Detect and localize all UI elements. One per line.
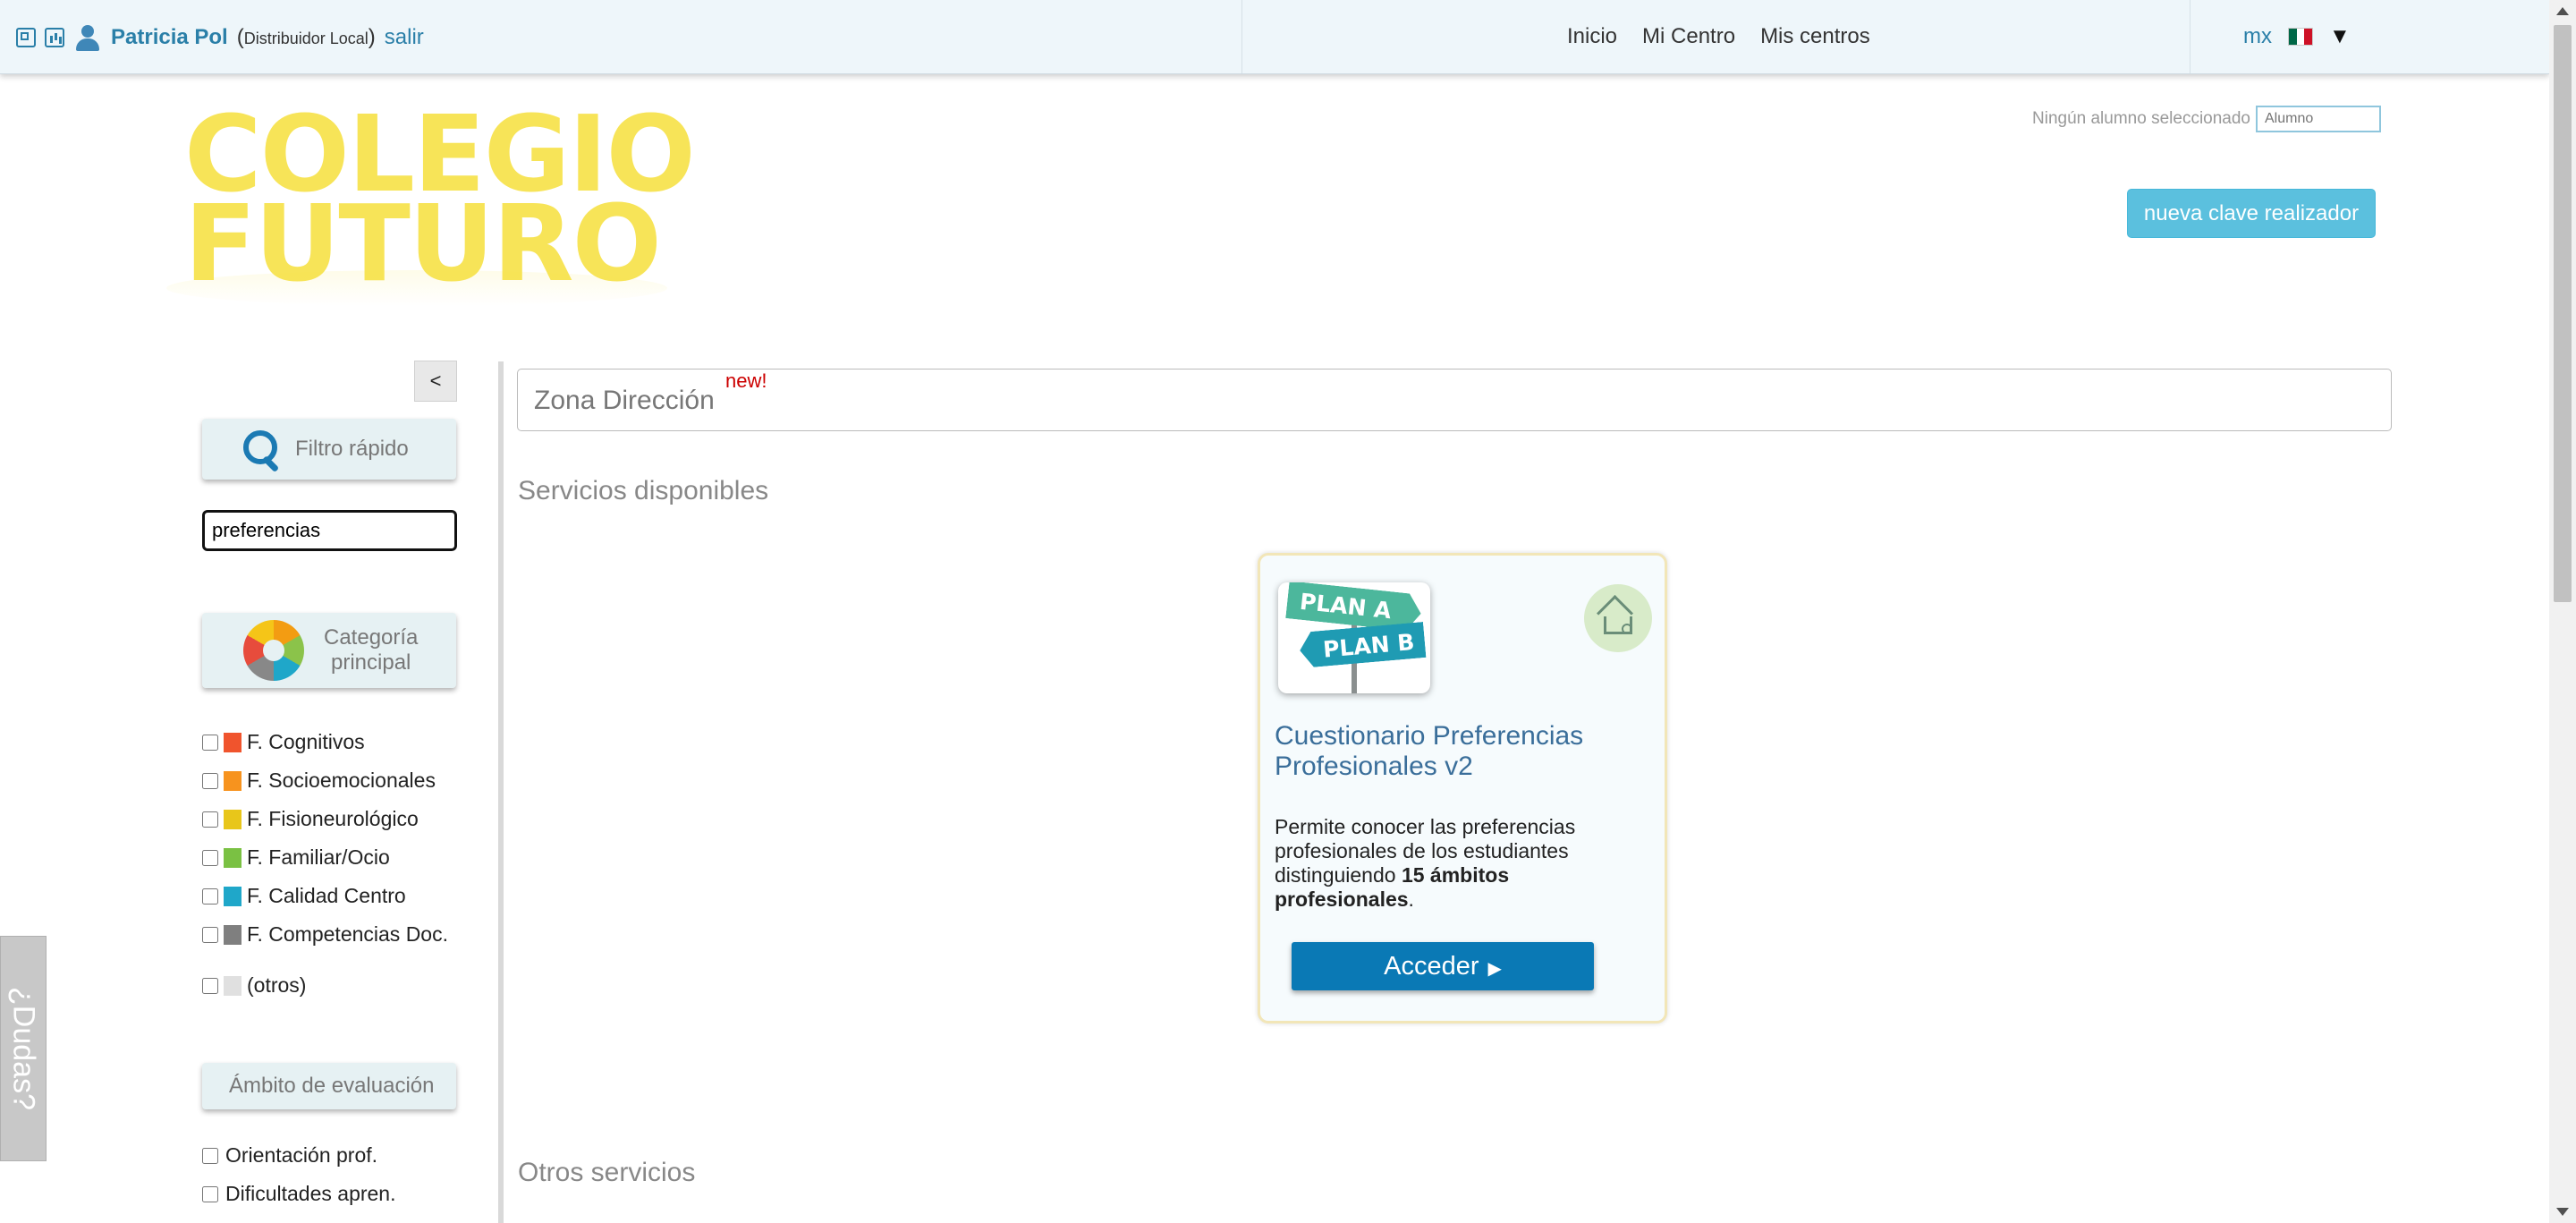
home-users-icon [1584,584,1652,652]
sign-plan-b: PLAN B [1299,622,1427,668]
main-nav: Inicio Mi Centro Mis centros [1567,24,1870,49]
top-bar: Patricia Pol (Distribuidor Local) salir … [0,0,2549,74]
category-checkbox[interactable] [202,926,218,943]
service-description: Permite conocer las preferencias profesi… [1275,815,1576,911]
logo-reflection [166,270,667,306]
search-icon [242,429,283,473]
help-tab-label: ¿Dudas? [6,987,41,1110]
quick-filter-input[interactable] [202,510,457,551]
category-item[interactable]: F. Familiar/Ocio [202,838,448,877]
available-services-title: Servicios disponibles [518,476,769,505]
category-checkbox[interactable] [202,888,218,905]
access-button[interactable]: Acceder ▶ [1292,942,1594,990]
category-label: F. Competencias Doc. [247,922,448,946]
evaluation-scope-button[interactable]: Ámbito de evaluación [202,1063,456,1109]
category-color-swatch [224,809,242,829]
category-checkbox[interactable] [202,772,218,789]
category-color-swatch [224,847,242,868]
category-color-swatch [224,924,242,945]
category-item-otros[interactable]: (otros) [202,966,448,1005]
plan-a-plan-b-image: PLAN A PLAN B [1278,582,1430,693]
school-logo: COLEGIO FUTURO [166,101,696,315]
category-color-swatch [224,770,242,791]
category-item[interactable]: F. Fisioneurológico [202,800,448,838]
category-list: F. Cognitivos F. Socioemocionales F. Fis… [202,723,448,1005]
student-status: Ningún alumno seleccionado [2032,109,2250,128]
help-tab[interactable]: ¿Dudas? [0,936,47,1161]
main-category-label: Categoría principal [324,625,419,675]
service-title: Cuestionario Preferencias Profesionales … [1275,721,1584,781]
scope-label: Orientación prof. [225,1143,378,1167]
play-icon: ▶ [1487,958,1502,979]
evaluation-scope-label: Ámbito de evaluación [229,1074,435,1098]
category-item[interactable]: F. Calidad Centro [202,877,448,915]
scroll-thumb[interactable] [2554,25,2572,602]
mexico-flag-icon[interactable] [2288,28,2313,46]
category-checkbox[interactable] [202,734,218,751]
category-checkbox[interactable] [202,811,218,828]
category-label: F. Socioemocionales [247,769,436,792]
category-checkbox[interactable] [202,977,218,994]
student-input[interactable] [2256,106,2381,132]
category-item[interactable]: F. Competencias Doc. [202,915,448,954]
category-label: F. Calidad Centro [247,884,406,907]
category-checkbox[interactable] [202,849,218,866]
student-selector: Ningún alumno seleccionado [2032,106,2381,132]
stats-icon[interactable] [45,28,64,47]
new-key-button[interactable]: nueva clave realizador [2127,189,2376,238]
main-category-button[interactable]: Categoría principal [202,613,456,688]
scope-checkbox[interactable] [202,1185,218,1202]
category-label: F. Familiar/Ocio [247,845,390,869]
scope-label: Dificultades apren. [225,1182,396,1205]
modules-icon[interactable] [16,28,36,47]
new-badge: new! [725,369,767,392]
category-wheel-icon [243,620,304,681]
collapse-sidebar-button[interactable]: < [414,361,457,402]
quick-filter-button[interactable]: Filtro rápido [202,419,456,480]
category-item[interactable]: F. Socioemocionales [202,761,448,800]
direction-zone-panel[interactable]: Zona Dirección new! [517,369,2392,431]
user-name[interactable]: Patricia Pol [111,25,228,50]
nav-mis-centros[interactable]: Mis centros [1760,24,1870,49]
category-item[interactable]: F. Cognitivos [202,723,448,761]
service-card: PLAN A PLAN B Cuestionario Preferencias … [1258,553,1667,1023]
category-label: F. Fisioneurológico [247,807,419,830]
scroll-up-arrow-icon[interactable] [2556,7,2569,15]
category-label: F. Cognitivos [247,730,365,753]
category-color-swatch [224,975,242,996]
nav-mi-centro[interactable]: Mi Centro [1642,24,1735,49]
nav-inicio[interactable]: Inicio [1567,24,1617,49]
scroll-down-arrow-icon[interactable] [2556,1208,2569,1216]
user-icon [73,23,102,52]
page-scrollbar[interactable] [2549,0,2576,1223]
user-area: Patricia Pol (Distribuidor Local) salir [16,20,424,55]
category-label: (otros) [247,973,307,997]
scope-checkbox[interactable] [202,1147,218,1164]
chevron-down-icon[interactable]: ▼ [2329,24,2351,49]
category-color-swatch [224,732,242,752]
other-services-title: Otros servicios [518,1158,696,1187]
direction-zone-title: Zona Dirección [534,386,715,415]
logout-link[interactable]: salir [385,25,424,50]
category-color-swatch [224,886,242,906]
scope-item[interactable]: Dificultades apren. [202,1175,396,1213]
topbar-divider [1241,0,1242,73]
scope-item[interactable]: Orientación prof. [202,1136,396,1175]
content-divider [498,361,504,1223]
language-selector[interactable]: mx ▼ [2243,24,2351,49]
quick-filter-label: Filtro rápido [295,437,409,461]
scope-list: Orientación prof. Dificultades apren. [202,1136,396,1213]
language-code[interactable]: mx [2243,24,2272,49]
user-role: (Distribuidor Local) [236,25,376,49]
